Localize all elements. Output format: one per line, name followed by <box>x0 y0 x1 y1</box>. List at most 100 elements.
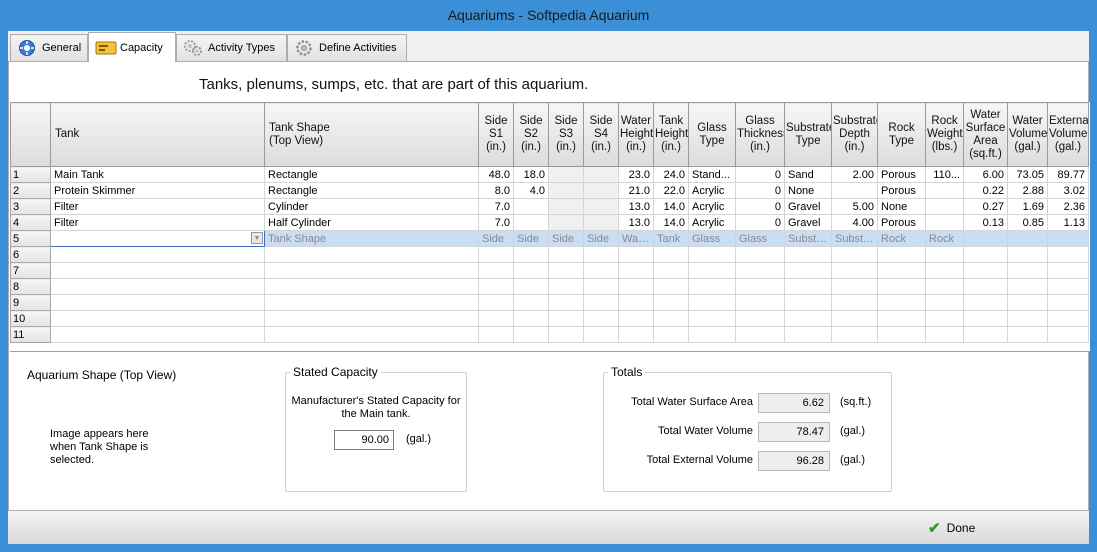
column-header[interactable]: Water Surface Area (sq.ft.) <box>963 102 1008 167</box>
grid-cell[interactable] <box>50 294 265 311</box>
grid-cell[interactable] <box>478 246 514 263</box>
grid-cell[interactable] <box>548 294 584 311</box>
grid-cell[interactable] <box>831 278 878 295</box>
grid-cell[interactable] <box>548 214 584 231</box>
grid-cell[interactable] <box>513 278 549 295</box>
grid-cell[interactable] <box>1007 230 1048 247</box>
grid-cell[interactable]: 4.00 <box>831 214 878 231</box>
grid-cell[interactable] <box>618 278 654 295</box>
grid-cell[interactable] <box>478 294 514 311</box>
grid-cell[interactable] <box>548 326 584 343</box>
grid-cell[interactable]: 0.27 <box>963 198 1008 215</box>
grid-cell[interactable] <box>784 262 832 279</box>
grid-cell[interactable] <box>618 310 654 327</box>
grid-cell[interactable] <box>925 278 964 295</box>
grid-cell[interactable] <box>831 310 878 327</box>
grid-cell[interactable]: 0.22 <box>963 182 1008 199</box>
grid-cell[interactable]: Gravel <box>784 214 832 231</box>
grid-cell[interactable]: 5.00 <box>831 198 878 215</box>
grid-cell[interactable] <box>50 326 265 343</box>
table-row[interactable]: 9 <box>10 294 1089 311</box>
grid-cell[interactable]: Rock <box>877 230 926 247</box>
grid-cell[interactable] <box>1007 294 1048 311</box>
grid-cell[interactable]: Side <box>478 230 514 247</box>
grid-cell[interactable] <box>1047 246 1089 263</box>
grid-cell[interactable] <box>50 246 265 263</box>
column-header[interactable]: External Volume (gal.) <box>1047 102 1089 167</box>
grid-cell[interactable]: Porous <box>877 182 926 199</box>
grid-cell[interactable] <box>548 310 584 327</box>
done-button[interactable]: ✔ Done <box>928 518 975 538</box>
grid-cell[interactable] <box>831 262 878 279</box>
row-header[interactable]: 1 <box>10 166 51 183</box>
grid-cell[interactable]: 13.0 <box>618 198 654 215</box>
grid-new-row[interactable]: 5 ▼ Tank Shape Side Side Side Side Water Tank Gla… <box>10 230 1089 247</box>
grid-cell[interactable] <box>877 262 926 279</box>
grid-cell[interactable]: Sand <box>784 166 832 183</box>
grid-cell[interactable] <box>877 294 926 311</box>
grid-cell[interactable]: 7.0 <box>478 198 514 215</box>
grid-cell[interactable]: None <box>877 198 926 215</box>
tab-define-activities[interactable]: Define Activities <box>287 34 407 61</box>
row-header[interactable]: 7 <box>10 262 51 279</box>
grid-cell[interactable] <box>1047 310 1089 327</box>
column-header[interactable]: Side S3 (in.) <box>548 102 584 167</box>
grid-cell[interactable] <box>653 310 689 327</box>
grid-cell[interactable] <box>1007 310 1048 327</box>
grid-cell[interactable] <box>548 262 584 279</box>
grid-cell[interactable]: Acrylic <box>688 198 736 215</box>
grid-cell[interactable]: Substr... <box>784 230 832 247</box>
grid-cell[interactable] <box>264 246 479 263</box>
grid-cell[interactable]: 110... <box>925 166 964 183</box>
grid-cell[interactable] <box>735 246 785 263</box>
grid-cell[interactable]: Glass <box>688 230 736 247</box>
grid-cell[interactable] <box>735 294 785 311</box>
grid-cell[interactable] <box>688 246 736 263</box>
grid-cell[interactable] <box>925 246 964 263</box>
grid-cell[interactable] <box>963 278 1008 295</box>
grid-cell[interactable]: 0 <box>735 214 785 231</box>
grid-cell[interactable]: Rectangle <box>264 166 479 183</box>
grid-cell[interactable] <box>653 246 689 263</box>
grid-cell[interactable] <box>925 326 964 343</box>
row-header[interactable]: 10 <box>10 310 51 327</box>
grid-cell[interactable] <box>548 246 584 263</box>
grid-cell[interactable] <box>1007 246 1048 263</box>
grid-cell[interactable] <box>784 326 832 343</box>
grid-cell[interactable] <box>735 262 785 279</box>
table-row[interactable]: 10 <box>10 310 1089 327</box>
grid-cell[interactable] <box>877 310 926 327</box>
grid-cell[interactable]: 22.0 <box>653 182 689 199</box>
table-row[interactable]: 1 Main Tank Rectangle 48.0 18.0 23.0 24.0 Stand… <box>10 166 1089 183</box>
grid-cell[interactable] <box>735 278 785 295</box>
grid-cell[interactable]: None <box>784 182 832 199</box>
table-row[interactable]: 11 <box>10 326 1089 343</box>
grid-cell[interactable] <box>963 262 1008 279</box>
row-header[interactable]: 6 <box>10 246 51 263</box>
column-header[interactable]: Rock Type <box>877 102 926 167</box>
grid-cell[interactable] <box>583 246 619 263</box>
grid-cell[interactable] <box>784 278 832 295</box>
grid-cell[interactable] <box>548 166 584 183</box>
grid-cell[interactable]: Gravel <box>784 198 832 215</box>
grid-cell[interactable] <box>688 326 736 343</box>
grid-cell[interactable] <box>513 214 549 231</box>
grid-cell[interactable]: 7.0 <box>478 214 514 231</box>
grid-cell[interactable] <box>513 198 549 215</box>
grid-cell[interactable] <box>478 278 514 295</box>
grid-cell[interactable] <box>963 294 1008 311</box>
row-header[interactable]: 5 <box>10 230 51 247</box>
grid-cell[interactable] <box>831 326 878 343</box>
table-row[interactable]: 6 <box>10 246 1089 263</box>
grid-cell[interactable]: Filter <box>50 198 265 215</box>
grid-cell[interactable] <box>618 294 654 311</box>
tab-capacity[interactable]: Capacity <box>88 32 176 62</box>
grid-cell[interactable] <box>784 310 832 327</box>
grid-cell[interactable]: Side <box>548 230 584 247</box>
tab-general[interactable]: General <box>10 34 88 61</box>
grid-cell[interactable] <box>831 246 878 263</box>
grid-cell[interactable] <box>513 246 549 263</box>
grid-cell[interactable] <box>478 310 514 327</box>
grid-cell[interactable]: 3.02 <box>1047 182 1089 199</box>
row-header[interactable]: 4 <box>10 214 51 231</box>
